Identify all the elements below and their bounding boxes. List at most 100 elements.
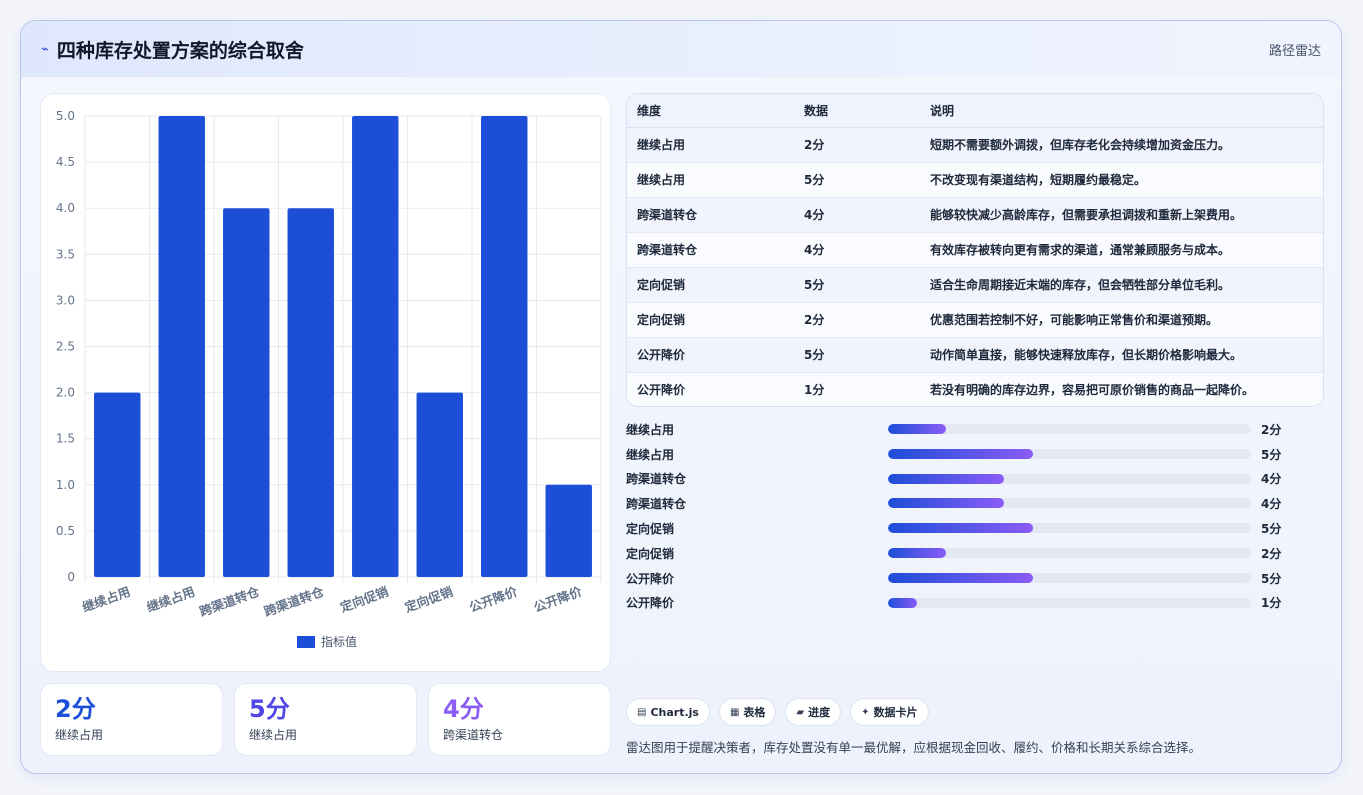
cell-score: 4分 <box>794 197 920 233</box>
chip-table[interactable]: ▦ 表格 <box>718 698 777 726</box>
y-tick-label: 2.5 <box>56 340 75 354</box>
chart-icon: ▤ <box>637 706 647 718</box>
progress-row: 跨渠道转仓 4分 <box>626 467 1324 492</box>
bar <box>158 116 205 577</box>
kpi-label: 跨渠道转仓 <box>443 728 504 742</box>
progress-row: 定向促销 5分 <box>626 516 1324 541</box>
table-row: 继续占用 2分 短期不需要额外调拨，但库存老化会持续增加资金压力。 <box>627 127 1323 163</box>
cell-score: 1分 <box>804 383 825 398</box>
progress-row: 公开降价 1分 <box>626 591 1324 616</box>
table-row: 跨渠道转仓 4分 能够较快减少高龄库存，但需要承担调拨和重新上架费用。 <box>627 197 1323 233</box>
cell-description: 短期不需要额外调拨，但库存老化会持续增加资金压力。 <box>920 127 1323 163</box>
progress-track <box>888 498 1251 509</box>
kpi-value: 2分 <box>55 695 96 723</box>
data-table: 维度 数据 说明 继续占用 2分 短期不需要额外调拨，但库存老化会持续增加资金压力。… <box>626 93 1324 407</box>
kpi-card: 2分 继续占用 <box>40 683 223 756</box>
progress-label: 继续占用 <box>626 422 675 437</box>
progress-list: 继续占用 2分 继续占用 5分 跨渠道转仓 4分 跨渠道转仓 4分 定向促销 5分 定向促销 2分 公开… <box>626 417 1324 615</box>
kpi-value: 5分 <box>249 695 290 723</box>
chip-spark[interactable]: ✦ 数据卡片 <box>850 698 929 726</box>
chip-label: 表格 <box>743 706 766 719</box>
kpi-value: 4分 <box>443 695 484 723</box>
bar <box>545 484 592 577</box>
x-tick-label: 定向促销 <box>337 584 391 616</box>
progress-fill <box>888 572 1034 583</box>
progress-value: 4分 <box>1261 497 1282 512</box>
x-tick-label: 跨渠道转仓 <box>197 584 261 620</box>
column-header: 维度 <box>627 94 794 128</box>
y-tick-label: 4.5 <box>56 155 75 169</box>
progress-value: 2分 <box>1261 422 1282 437</box>
chip-label: 进度 <box>808 706 831 719</box>
bar <box>94 392 141 577</box>
spark-icon: ✦ <box>861 706 870 718</box>
progress-label: 跨渠道转仓 <box>626 497 687 512</box>
progress-fill <box>888 597 918 608</box>
cell-description: 适合生命周期接近末端的库存，但会牺牲部分单位毛利。 <box>920 267 1323 303</box>
table-icon: ▦ <box>729 706 740 718</box>
table-row: 定向促销 2分 优惠范围若控制不好，可能影响正常售价和渠道预期。 <box>627 302 1323 338</box>
progress-value: 2分 <box>1261 546 1282 561</box>
progress-value: 1分 <box>1261 596 1282 611</box>
header-tag: 路径雷达 <box>1268 43 1321 59</box>
progress-row: 跨渠道转仓 4分 <box>626 491 1324 516</box>
kpi-card: 4分 跨渠道转仓 <box>428 683 611 756</box>
bar <box>223 208 270 577</box>
cell-dimension: 跨渠道转仓 <box>627 197 794 233</box>
cell-score: 4分 <box>794 232 920 268</box>
progress-track <box>888 547 1251 558</box>
progress-value: 5分 <box>1261 447 1282 462</box>
bar <box>287 208 334 577</box>
footnote: 雷达图用于提醒决策者，库存处置没有单一最优解，应根据现金回收、履约、价格和长期关… <box>626 740 1202 755</box>
kpi-row: 2分 继续占用 5分 继续占用 4分 跨渠道转仓 <box>40 683 611 756</box>
kpi-label: 继续占用 <box>249 728 298 742</box>
progress-track <box>888 424 1251 434</box>
x-tick-label: 公开降价 <box>467 584 520 615</box>
progress-label: 公开降价 <box>626 596 675 611</box>
cell-score: 5分 <box>794 267 920 303</box>
progress-value: 5分 <box>1261 571 1282 586</box>
kpi-card: 5分 继续占用 <box>234 683 417 756</box>
x-tick-label: 继续占用 <box>80 584 132 615</box>
y-tick-label: 3.5 <box>56 247 75 261</box>
cell-description: 若没有明确的库存边界，容易把可原价销售的商品一起降价。 <box>930 383 1255 398</box>
table-row: 跨渠道转仓 4分 有效库存被转向更有需求的渠道，通常兼顾服务与成本。 <box>627 232 1323 268</box>
progress-track <box>888 523 1251 534</box>
chip-chart[interactable]: ▤ Chart.js <box>626 698 710 726</box>
kpi-label: 继续占用 <box>55 728 104 742</box>
table-row: 继续占用 5分 不改变现有渠道结构，短期履约最稳定。 <box>627 162 1323 198</box>
chip-progress[interactable]: ▰ 进度 <box>785 698 842 726</box>
cell-dimension: 定向促销 <box>627 302 794 338</box>
y-tick-label: 5.0 <box>56 109 75 123</box>
column-header: 数据 <box>794 94 920 128</box>
progress-label: 继续占用 <box>626 447 675 462</box>
y-tick-label: 0 <box>67 570 75 584</box>
y-tick-label: 1.5 <box>56 432 75 446</box>
y-tick-label: 4.0 <box>56 201 75 215</box>
cell-score: 2分 <box>794 127 920 163</box>
x-tick-label: 跨渠道转仓 <box>262 584 326 620</box>
cell-dimension: 跨渠道转仓 <box>627 232 794 268</box>
y-tick-label: 3.0 <box>56 293 75 307</box>
x-tick-label: 公开降价 <box>532 584 585 615</box>
progress-fill <box>888 547 947 558</box>
chip-label: 数据卡片 <box>873 706 918 719</box>
table-row: 公开降价 1分 若没有明确的库存边界，容易把可原价销售的商品一起降价。 <box>627 372 1323 406</box>
pulse-icon: ⌁ <box>41 41 49 57</box>
legend-swatch <box>297 636 315 648</box>
bar <box>481 116 528 577</box>
bar-chart-panel: 0 0.5 1.0 1.5 2.0 2.5 3.0 3.5 4.0 4.5 5.0 继续占用 继续占用跨… <box>40 93 611 672</box>
cell-score: 2分 <box>794 302 920 338</box>
progress-value: 5分 <box>1261 522 1282 537</box>
chip-row: ▤ Chart.js ▦ 表格 ▰ 进度 ✦ 数据卡片 <box>626 698 929 726</box>
bar-chart: 00.51.01.52.02.53.03.54.04.55.0继续占用 继续占用跨… <box>56 109 602 649</box>
progress-label: 定向促销 <box>626 546 675 561</box>
progress-value: 4分 <box>1261 472 1282 487</box>
progress-track <box>888 572 1251 583</box>
table-row: 定向促销 5分 适合生命周期接近末端的库存，但会牺牲部分单位毛利。 <box>627 267 1323 303</box>
progress-row: 继续占用 2分 <box>626 417 1324 442</box>
progress-label: 公开降价 <box>626 571 675 586</box>
cell-description: 不改变现有渠道结构，短期履约最稳定。 <box>920 162 1323 198</box>
y-tick-label: 2.0 <box>56 386 75 400</box>
progress-row: 公开降价 5分 <box>626 566 1324 591</box>
